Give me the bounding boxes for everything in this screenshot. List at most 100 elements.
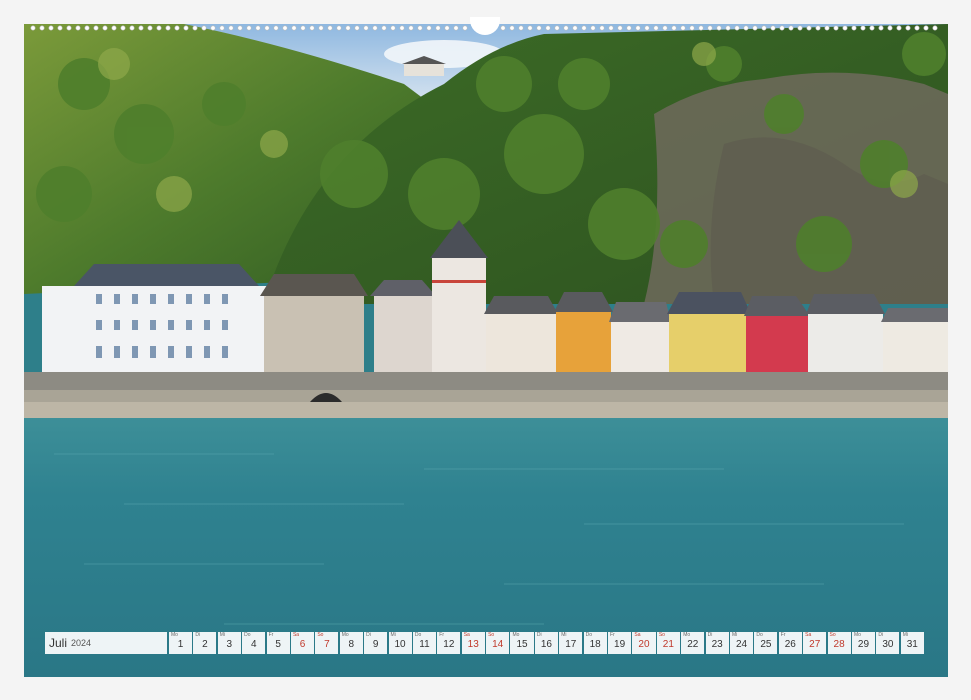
day-cell: Fr 26 bbox=[778, 632, 802, 654]
day-cell: So 21 bbox=[656, 632, 680, 654]
day-number: 31 bbox=[906, 639, 918, 650]
weekday-label: Mi bbox=[902, 632, 908, 638]
day-number: 24 bbox=[735, 639, 748, 650]
day-number: 16 bbox=[540, 639, 552, 650]
month-calendar-strip: Juli 2024 Mo 1 Di 2 Mi 3 Do 4 Fr 5 Sa 6 So 7 Mo 8 Di 9 Mi 1… bbox=[45, 632, 927, 655]
day-cell: Do 25 bbox=[754, 632, 778, 654]
day-number: 13 bbox=[467, 639, 479, 650]
day-cell: Di 9 bbox=[364, 632, 388, 654]
day-cell: Di 2 bbox=[193, 632, 217, 654]
weekday-label: Mi bbox=[390, 632, 396, 638]
day-number: 26 bbox=[784, 639, 796, 650]
month-label-box: Juli 2024 bbox=[45, 632, 167, 654]
weekday-label: Di bbox=[195, 632, 201, 638]
rhine-village-photo bbox=[24, 24, 948, 677]
day-cell: Do 11 bbox=[412, 632, 436, 654]
day-number: 11 bbox=[419, 639, 430, 650]
day-cell: Mo 22 bbox=[681, 632, 705, 654]
day-number: 30 bbox=[882, 639, 894, 650]
day-cell: Do 4 bbox=[242, 632, 266, 654]
day-cell: Fr 5 bbox=[266, 632, 290, 654]
day-cell: Mi 10 bbox=[388, 632, 412, 654]
weekday-label: Sa bbox=[463, 632, 470, 638]
day-cell: Di 16 bbox=[534, 632, 558, 654]
day-number: 22 bbox=[687, 639, 699, 650]
day-number: 10 bbox=[394, 639, 406, 650]
weekday-label: Fr bbox=[780, 632, 786, 638]
spiral-binding-left bbox=[30, 25, 470, 31]
day-cell: Mo 8 bbox=[339, 632, 363, 654]
weekday-label: Sa bbox=[292, 632, 300, 638]
day-number: 2 bbox=[202, 639, 208, 650]
weekday-label: Mo bbox=[853, 632, 861, 638]
weekday-label: Do bbox=[244, 632, 251, 638]
day-cell: Sa 20 bbox=[632, 632, 656, 654]
weekday-label: Di bbox=[707, 632, 713, 638]
calendar-page: Juli 2024 Mo 1 Di 2 Mi 3 Do 4 Fr 5 Sa 6 So 7 Mo 8 Di 9 Mi 1… bbox=[0, 0, 971, 700]
day-number: 27 bbox=[809, 639, 821, 650]
weekday-label: Mo bbox=[683, 632, 691, 638]
day-cell: Mo 15 bbox=[510, 632, 534, 654]
weekday-label: Mi bbox=[561, 632, 567, 638]
day-cell: Sa 27 bbox=[803, 632, 827, 654]
spiral-binding-right bbox=[500, 25, 940, 31]
day-number: 14 bbox=[492, 639, 504, 650]
weekday-label: Di bbox=[536, 632, 542, 638]
weekday-label: So bbox=[658, 632, 665, 638]
day-number: 1 bbox=[177, 639, 184, 650]
day-cell: Fr 12 bbox=[437, 632, 461, 654]
day-number: 20 bbox=[638, 639, 650, 650]
day-cell: Sa 13 bbox=[461, 632, 485, 654]
day-number: 19 bbox=[614, 639, 626, 650]
day-cell: Fr 19 bbox=[608, 632, 632, 654]
day-cell: Mi 3 bbox=[217, 632, 241, 654]
day-number: 3 bbox=[226, 639, 233, 650]
day-cells: Mo 1 Di 2 Mi 3 Do 4 Fr 5 Sa 6 So 7 Mo 8 Di 9 Mi 10 Do 11 Fr 12 S… bbox=[169, 632, 924, 655]
weekday-label: Sa bbox=[805, 632, 812, 638]
weekday-label: So bbox=[488, 632, 495, 638]
day-cell: Mi 24 bbox=[729, 632, 754, 654]
day-number: 8 bbox=[348, 639, 355, 650]
day-number: 15 bbox=[516, 639, 528, 650]
weekday-label: Mo bbox=[171, 632, 178, 638]
weekday-label: Do bbox=[756, 632, 763, 638]
weekday-label: Do bbox=[585, 632, 593, 638]
day-cell: Mo 29 bbox=[851, 632, 876, 654]
day-number: 18 bbox=[589, 639, 601, 650]
day-number: 17 bbox=[565, 639, 577, 650]
day-number: 25 bbox=[760, 639, 772, 650]
day-cell: Mi 31 bbox=[900, 632, 924, 654]
month-name: Juli bbox=[49, 636, 68, 650]
day-number: 4 bbox=[250, 639, 257, 650]
day-cell: So 7 bbox=[315, 632, 339, 654]
day-cell: Mo 1 bbox=[169, 632, 193, 654]
day-cell: So 14 bbox=[486, 632, 510, 654]
day-number: 5 bbox=[275, 639, 281, 650]
day-number: 29 bbox=[857, 639, 870, 650]
day-cell: So 28 bbox=[827, 632, 851, 654]
weekday-label: Fr bbox=[268, 632, 274, 638]
day-number: 21 bbox=[662, 639, 674, 650]
month-year: 2024 bbox=[71, 638, 92, 648]
day-number: 28 bbox=[833, 639, 845, 650]
weekday-label: Mi bbox=[731, 632, 738, 638]
day-number: 7 bbox=[324, 639, 330, 650]
day-cell: Mi 17 bbox=[559, 632, 583, 654]
weekday-label: Mo bbox=[512, 632, 520, 638]
day-cell: Di 30 bbox=[876, 632, 900, 654]
weekday-label: So bbox=[829, 632, 836, 638]
weekday-label: Do bbox=[414, 632, 422, 638]
day-number: 23 bbox=[711, 639, 723, 650]
weekday-label: So bbox=[317, 632, 324, 638]
weekday-label: Fr bbox=[439, 632, 445, 638]
day-cell: Do 18 bbox=[583, 632, 607, 654]
weekday-label: Di bbox=[366, 632, 371, 638]
day-number: 12 bbox=[443, 639, 455, 650]
weekday-label: Fr bbox=[610, 632, 615, 638]
day-cell: Di 23 bbox=[705, 632, 729, 654]
day-cell: Sa 6 bbox=[290, 632, 315, 654]
day-number: 6 bbox=[299, 639, 306, 650]
weekday-label: Di bbox=[878, 632, 884, 638]
day-number: 9 bbox=[372, 639, 379, 650]
weekday-label: Sa bbox=[634, 632, 641, 638]
